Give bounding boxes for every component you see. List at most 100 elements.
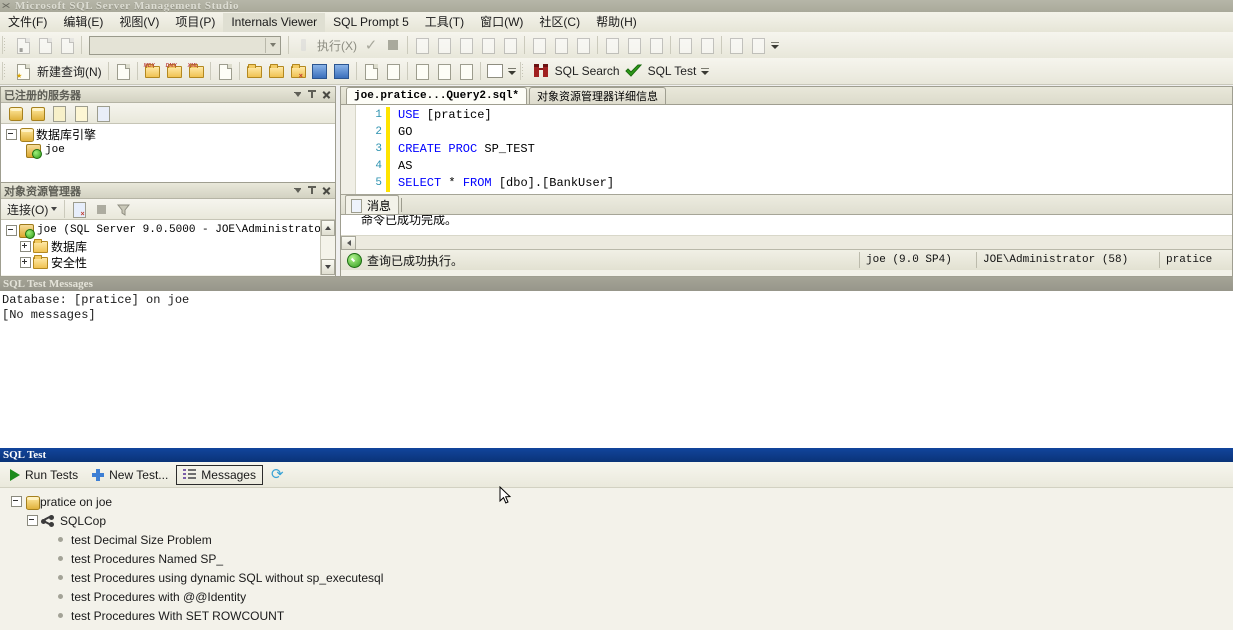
window-position-icon[interactable] <box>293 89 303 100</box>
close-icon[interactable] <box>321 185 331 196</box>
expander-minus-icon[interactable] <box>10 495 23 508</box>
auto-hide-pin-icon[interactable] <box>307 89 317 100</box>
code-line[interactable]: 3 CREATE PROC SP_TEST <box>356 141 1232 158</box>
connect-button[interactable]: 连接(O) <box>4 201 51 218</box>
code-line[interactable]: 4 AS <box>356 158 1232 175</box>
menu-edit[interactable]: 编辑(E) <box>55 13 111 32</box>
toolbar-grip[interactable] <box>2 36 9 54</box>
include-client-statistics-icon[interactable] <box>477 34 499 56</box>
sql-search-icon[interactable] <box>530 60 552 82</box>
test-tree-row[interactable]: test Procedures With SET ROWCOUNT <box>6 606 1233 625</box>
sql-test-tree[interactable]: pratice on joe SQLCop test Decimal Size … <box>0 488 1233 625</box>
new-query-db-icon[interactable]: ∎ <box>12 34 34 56</box>
new-query-icon[interactable]: ★ <box>12 60 34 82</box>
indent-left-icon[interactable] <box>725 34 747 56</box>
scroll-down-button[interactable] <box>321 259 335 275</box>
sql-search-label[interactable]: SQL Search <box>552 64 623 78</box>
results-to-file-icon[interactable] <box>572 34 594 56</box>
tree-row-joe[interactable]: joe <box>1 142 335 159</box>
integration-services-icon[interactable] <box>70 102 92 124</box>
script-icon[interactable] <box>360 60 382 82</box>
selection-margin[interactable] <box>341 105 356 194</box>
tab-object-explorer-details[interactable]: 对象资源管理器详细信息 <box>529 87 667 104</box>
execute-label[interactable]: 执行(X) <box>314 37 360 54</box>
tree-row-database-engine[interactable]: 数据库引擎 <box>1 126 335 142</box>
run-tests-button[interactable]: Run Tests <box>4 466 84 484</box>
toolbar-overflow-button[interactable] <box>699 61 711 81</box>
window-position-icon[interactable] <box>293 185 303 196</box>
menu-help[interactable]: 帮助(H) <box>588 13 645 32</box>
properties-window-icon[interactable] <box>382 60 404 82</box>
toolbar-grip[interactable] <box>2 62 9 80</box>
display-estimated-plan-icon[interactable] <box>411 34 433 56</box>
menu-window[interactable]: 窗口(W) <box>472 13 531 32</box>
increase-indent-icon[interactable] <box>696 34 718 56</box>
expander-minus-icon[interactable] <box>5 128 18 141</box>
menu-file[interactable]: 文件(F) <box>0 13 55 32</box>
test-tree-row[interactable]: test Decimal Size Problem <box>6 530 1233 549</box>
uncomment-icon[interactable] <box>623 34 645 56</box>
close-project-icon[interactable]: × <box>287 60 309 82</box>
tree-row-databases[interactable]: 数据库 <box>1 238 335 254</box>
new-analysis-mdx-query-icon[interactable]: MDX <box>141 60 163 82</box>
tab-messages[interactable]: 消息 <box>345 195 400 214</box>
refresh-button[interactable]: ⟳ <box>265 465 292 484</box>
new-analysis-dmx-query-icon[interactable]: DMX <box>163 60 185 82</box>
tree-row-security[interactable]: 安全性 <box>1 254 335 270</box>
chevron-down-icon[interactable] <box>265 37 280 53</box>
scroll-up-button[interactable] <box>321 220 335 236</box>
filter-icon[interactable] <box>112 198 134 220</box>
new-analysis-xmla-query-icon[interactable]: XML <box>185 60 207 82</box>
decrease-indent-icon[interactable] <box>674 34 696 56</box>
new-query-cancel-icon[interactable] <box>56 34 78 56</box>
menu-view[interactable]: 视图(V) <box>111 13 167 32</box>
template-explorer-icon[interactable] <box>455 60 477 82</box>
menu-project[interactable]: 项目(P) <box>167 13 223 32</box>
object-explorer-tree[interactable]: joe (SQL Server 9.0.5000 - JOE\Administr… <box>1 220 335 275</box>
code-line[interactable]: 1 USE [pratice] <box>356 107 1232 124</box>
auto-hide-pin-icon[interactable] <box>307 185 317 196</box>
test-tree-row[interactable]: test Procedures with @@Identity <box>6 587 1233 606</box>
reporting-services-icon[interactable] <box>48 102 70 124</box>
scroll-left-button[interactable] <box>341 235 356 250</box>
new-query-analysis-icon[interactable] <box>34 34 56 56</box>
query-options-icon[interactable] <box>433 34 455 56</box>
sql-test-label[interactable]: SQL Test <box>645 64 700 78</box>
open-project-icon[interactable] <box>265 60 287 82</box>
sql-test-messages-body[interactable]: Database: [pratice] on joe [No messages] <box>0 291 1233 448</box>
scroll-track[interactable] <box>321 236 335 259</box>
toolbar-overflow-button[interactable] <box>506 61 518 81</box>
new-sql-ce-query-icon[interactable] <box>214 60 236 82</box>
tree-row-server[interactable]: joe (SQL Server 9.0.5000 - JOE\Administr… <box>1 222 335 239</box>
results-to-grid-icon[interactable] <box>550 34 572 56</box>
save-icon[interactable] <box>309 60 331 82</box>
code-line[interactable]: 2 GO <box>356 124 1232 141</box>
database-engine-icon[interactable] <box>4 102 26 124</box>
indent-right-icon[interactable] <box>747 34 769 56</box>
design-query-icon[interactable] <box>499 34 521 56</box>
test-tree-row-sqlcop[interactable]: SQLCop <box>6 511 1233 530</box>
close-icon[interactable] <box>321 89 331 100</box>
summary-icon[interactable] <box>411 60 433 82</box>
grid-icon[interactable] <box>484 60 506 82</box>
toolbar-grip[interactable] <box>519 62 527 80</box>
object-explorer-icon[interactable] <box>433 60 455 82</box>
new-test-button[interactable]: New Test... <box>86 466 174 484</box>
expander-minus-icon[interactable] <box>5 224 18 237</box>
sql-code-editor[interactable]: 1 USE [pratice] 2 GO 3 CREATE PROC SP_TE… <box>341 105 1232 194</box>
results-to-grid2-icon[interactable] <box>645 34 667 56</box>
analysis-services-icon[interactable] <box>26 102 48 124</box>
open-file-icon[interactable] <box>243 60 265 82</box>
menu-internals-viewer[interactable]: Internals Viewer <box>223 12 326 32</box>
sql-test-icon[interactable] <box>623 60 645 82</box>
messages-button[interactable]: Messages <box>176 464 263 485</box>
chevron-down-icon[interactable] <box>51 207 58 211</box>
tab-query2[interactable]: joe.pratice...Query2.sql* <box>346 87 528 104</box>
registered-servers-tree[interactable]: 数据库引擎 joe <box>1 124 335 182</box>
new-query-label[interactable]: 新建查询(N) <box>34 63 105 80</box>
comment-icon[interactable] <box>601 34 623 56</box>
test-tree-row[interactable]: test Procedures Named SP_ <box>6 549 1233 568</box>
execute-icon[interactable] <box>292 34 314 56</box>
expander-plus-icon[interactable] <box>19 256 32 269</box>
results-to-text-icon[interactable] <box>528 34 550 56</box>
